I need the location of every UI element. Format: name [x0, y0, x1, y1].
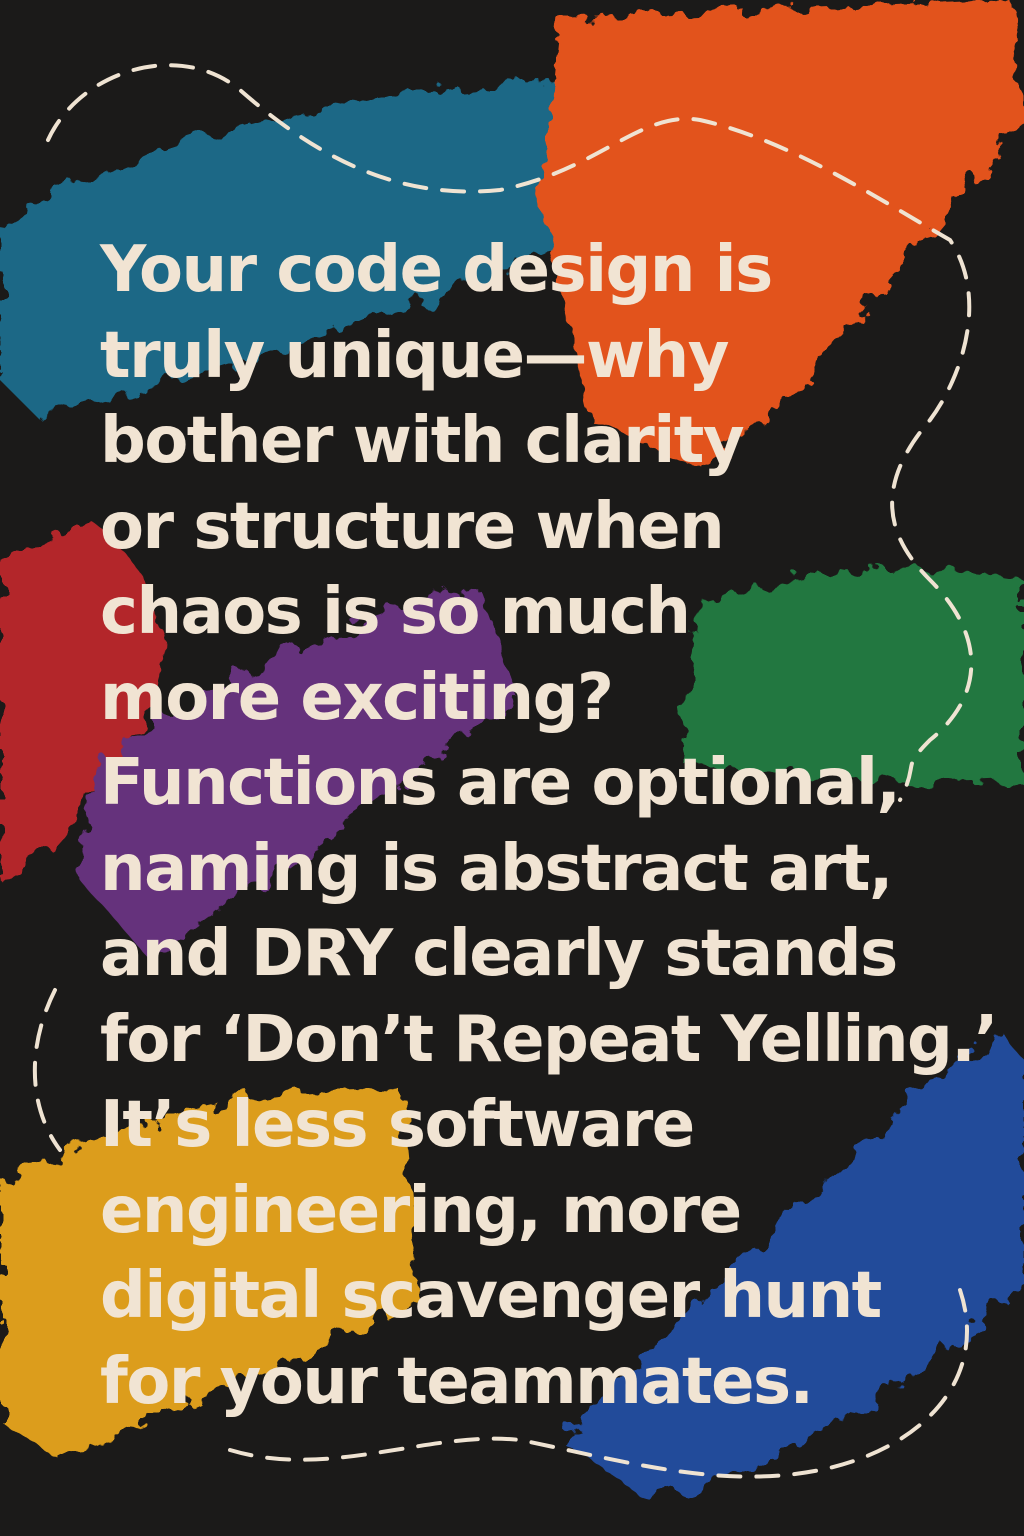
quote-line: or structure when — [100, 489, 725, 564]
quote-line: for ‘Don’t Repeat Yelling.’ — [100, 1002, 998, 1077]
quote-text: Your code design is truly unique—why bot… — [100, 228, 1000, 1425]
quote-line: It’s less software — [100, 1088, 695, 1162]
quote-line: for your teammates. — [100, 1344, 814, 1419]
quote-line: Your code design is — [100, 233, 773, 307]
quote-line: naming is abstract art, — [100, 831, 893, 906]
quote-line: and DRY clearly stands — [100, 917, 898, 991]
quote-line: truly unique—why — [100, 318, 729, 393]
quote-line: Functions are optional, — [100, 746, 901, 820]
quote-line: more exciting? — [100, 660, 614, 735]
quote-line: digital scavenger hunt — [100, 1259, 882, 1333]
quote-line: engineering, more — [100, 1173, 742, 1248]
quote-line: bother with clarity — [100, 404, 745, 478]
quote-line: chaos is so much — [100, 575, 691, 649]
